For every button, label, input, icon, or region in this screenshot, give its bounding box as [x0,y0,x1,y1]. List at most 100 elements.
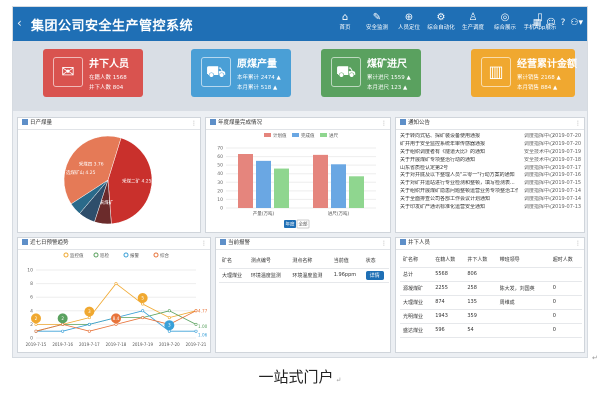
panel-icon [22,239,28,245]
table-row[interactable]: 源凝煤矿 2255 258 陈大发，刘国英 0 [400,281,582,296]
user-icon[interactable]: ☺ [546,18,555,28]
display-icon: ◎ [500,12,510,23]
notice-item[interactable]: 关于组织调度者有《隧道大比》的通知 安全技术中心 2019-07-19 [396,149,584,157]
column-header: 当前值 [330,254,363,269]
notice-source: 调度指挥中心 [524,188,555,195]
table-cell: 0 [549,295,582,310]
card-underground-staff[interactable]: ✉ 井下人员 在籍人数 1568 井下人数 804 [43,49,143,97]
table-cell: 54 [464,323,497,338]
more-icon[interactable]: ⋮ [191,118,197,129]
y-tick-label: 10 [27,268,33,274]
x-tick-label: 2019-7-21 [186,342,207,347]
table-cell: 2255 [432,281,465,296]
notice-item[interactable]: 矿井用于安全监控系统年审传感器通报 调度指挥中心 2019-07-20 [396,141,584,149]
nav-display[interactable]: ◎ 综合展示 [489,11,521,39]
card-line: 本月进尺 123 ▲ [367,85,408,91]
summary-strip: ✉ 井下人员 在籍人数 1568 井下人数 804 ⛟ 原煤产量 本年累计 24… [13,41,587,111]
more-icon[interactable]: ⋮ [575,118,581,129]
table-cell [496,267,550,282]
value-badge-label: 5 [141,296,144,301]
card-title: 井下人员 [89,59,129,70]
notice-item[interactable]: 关于组织开展煤矿隐患问题整顿运营业务专项整治工作（8... 调度指挥中心2019-… [396,188,584,196]
notice-date: 2019-07-15 [552,180,582,187]
column-header: 带班领导 [496,253,550,268]
notice-item[interactable]: 关于对井底及以下整理人员"三零一"行动方案的通知 调度指挥中心 2019-07-16 [396,172,584,180]
x-tick-label: 2019-7-15 [26,342,47,347]
pie-chart: 采煤二矿 4.25综采煤矿采煤四 3.76选煤矿山 4.25 [63,135,153,225]
card-business-amount[interactable]: ▥ 经营累计金额 累计销售 2168 ▲ 本月销售 884 ▲ [471,49,577,97]
card-line: 本月销售 884 ▲ [517,85,558,91]
mine-cart-icon: ⛟ [331,57,361,87]
chevron-left-icon[interactable]: ‹ [17,16,22,30]
panel-underground-people: 井下人员 ⋮ 矿名称 在籍人数 井下人数 带班领导 超时人数 总计 5568 806 源凝煤矿 22… [395,237,585,353]
table-cell: 大理煤业 [219,268,248,283]
legend-marker [63,252,69,258]
people-table: 矿名称 在籍人数 井下人数 带班领导 超时人数 总计 5568 806 源凝煤矿 2255 258 陈… [400,253,582,338]
notice-date: 2019-07-17 [552,164,582,171]
table-row[interactable]: 大理煤业 874 135 周维成 0 [400,295,582,310]
card-line: 本年累计 2474 ▲ [237,75,281,81]
table-row[interactable]: 光明煤业 1943 359 0 [400,309,582,324]
nav-location[interactable]: ⊕ 人员定位 [393,11,425,39]
coal-cart-icon: ⛟ [201,57,231,87]
card-mine-footage[interactable]: ⛟ 煤矿进尺 累计进尺 1559 ▲ 本月进尺 123 ▲ [321,49,421,97]
top-bar: ‹ 集团公司安全生产管控系统 ⌂ 首页 ✎ 安全监测 ⊕ 人员定位 ⚙ 综合自动化 ♙ 生产调度 ◎… [13,7,587,41]
notice-date: 2019-07-19 [552,148,582,155]
table-cell: 光明煤业 [400,309,433,324]
nav-monitor[interactable]: ✎ 安全监测 [361,11,393,39]
help-icon[interactable]: ? [561,18,566,28]
legend-marker [93,252,99,258]
table-cell: 周维成 [496,295,550,310]
panel-icon [400,119,406,125]
data-point [167,316,171,320]
grid-icon[interactable]: ▦ [533,18,542,28]
staff-icon: ✉ [53,57,83,87]
x-tick-label: 进尺(万吨) [328,210,350,217]
account-menu-icon[interactable]: ⚇▾ [570,18,583,28]
data-point [34,329,38,333]
bar-chart-icon: ▥ [481,57,511,87]
automation-icon: ⚙ [436,12,446,23]
more-icon[interactable]: ⋮ [381,118,387,129]
data-point [87,316,91,320]
notice-item[interactable]: 关于印发矿产通讯标准化运营安全通知 调度指挥中心 2019-07-13 [396,204,584,212]
notice-item[interactable]: 关于对矿井运站进行专业检测和整顿，填写检测表... 调度指挥中心 2019-07-1… [396,180,584,188]
more-icon[interactable]: ⋮ [381,238,387,249]
panel-icon [22,119,28,125]
legend-label: 巡检 [100,252,109,259]
table-cell: 5568 [432,267,465,282]
alarm-table: 矿名 测点编号 测点名称 当前值 状态 大理煤业 环境温度监测 环境温度监测 1.96ppm 详情 [219,254,389,283]
notice-title: 关于开展煤矿专项整治行动的通知 [400,156,476,163]
data-point [167,309,171,313]
table-row[interactable]: 盛达煤业 596 54 0 [400,323,582,338]
table-row[interactable]: 大理煤业 环境温度监测 环境温度监测 1.96ppm 详情 [219,268,389,283]
card-title: 经营累计金额 [517,59,577,70]
table-cell: 盛达煤业 [400,323,433,338]
data-point [194,309,198,313]
nav-home[interactable]: ⌂ 首页 [329,11,361,39]
notice-item[interactable]: 山东省质检认定第2号 调度指挥中心 2019-07-17 [396,165,584,173]
more-icon[interactable]: ⋮ [575,238,581,249]
dispatch-icon: ♙ [468,12,478,23]
notice-title: 关于转向式钻、探矿装设备使用通报 [400,133,481,139]
nav-automation[interactable]: ⚙ 综合自动化 [425,11,457,39]
card-line: 本月累计 518 ▲ [237,85,278,91]
notice-item[interactable]: 关于转向式钻、探矿装设备使用通报 调度指挥中心 2019-07-20 [396,133,584,141]
notice-source: 安全技术中心 [524,148,555,155]
y-tick-label: 8 [30,281,33,287]
data-point [141,316,145,320]
table-cell: 详情 [362,268,389,283]
notice-item[interactable]: 关于全面排查公司各部工作会议计划通知 调度指挥中心 2019-07-14 [396,196,584,204]
notice-item[interactable]: 关于开展煤矿专项整治行动的通知 安全技术中心 2019-07-18 [396,157,584,165]
notice-date: 2019-07-14 [552,196,582,203]
data-point [87,322,91,326]
notice-date: 2019-07-18 [552,156,582,163]
table-cell: 0 [549,281,582,296]
notice-title: 山东省质检认定第2号 [400,164,449,171]
card-raw-coal-output[interactable]: ⛟ 原煤产量 本年累计 2474 ▲ 本月累计 518 ▲ [191,49,291,97]
table-row[interactable]: 总计 5568 806 [400,267,582,282]
nav-dispatch[interactable]: ♙ 生产调度 [457,11,489,39]
detail-button[interactable]: 详情 [365,270,384,280]
x-tick-label: 2019-7-19 [132,342,153,347]
more-icon[interactable]: ⋮ [201,238,207,249]
